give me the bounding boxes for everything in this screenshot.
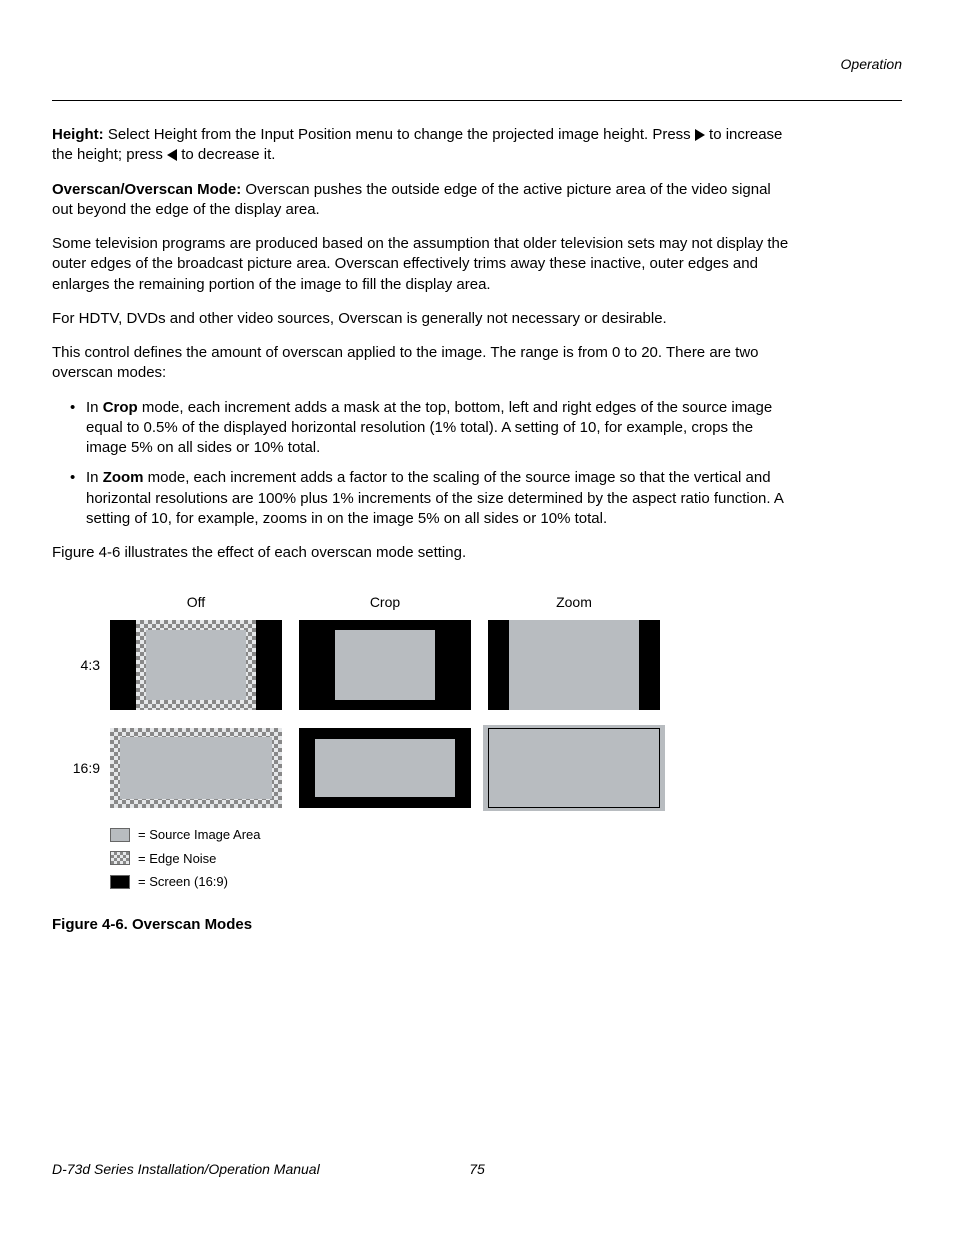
row-label-4-3: 4:3 bbox=[52, 656, 110, 675]
header-rule bbox=[52, 100, 902, 101]
col-off: Off bbox=[110, 593, 282, 612]
mode-list: In Crop mode, each increment adds a mask… bbox=[52, 398, 792, 530]
image-area bbox=[509, 620, 639, 710]
para-height: Height: Select Height from the Input Pos… bbox=[52, 125, 792, 166]
bullet-zoom: In Zoom mode, each increment adds a fact… bbox=[70, 468, 792, 529]
overscan-label: Overscan/Overscan Mode: bbox=[52, 181, 241, 198]
para-hdtv: For HDTV, DVDs and other video sources, … bbox=[52, 309, 792, 329]
cell-zoom-16-9 bbox=[488, 728, 660, 808]
screen-outline bbox=[488, 728, 660, 808]
swatch-noise-icon bbox=[110, 851, 130, 865]
legend-screen-text: = Screen (16:9) bbox=[138, 873, 228, 891]
bullet-zoom-pre: In bbox=[86, 469, 103, 486]
legend-noise: = Edge Noise bbox=[110, 850, 792, 868]
height-label: Height: bbox=[52, 126, 104, 143]
figure-caption: Figure 4-6. Overscan Modes bbox=[52, 915, 792, 935]
legend-noise-text: = Edge Noise bbox=[138, 850, 216, 868]
cell-crop-16-9 bbox=[299, 728, 471, 808]
cell-off-4-3 bbox=[110, 620, 282, 710]
para-tv-programs: Some television programs are produced ba… bbox=[52, 234, 792, 295]
image-area bbox=[315, 739, 455, 797]
legend-source: = Source Image Area bbox=[110, 826, 792, 844]
image-area bbox=[335, 630, 435, 700]
swatch-screen-icon bbox=[110, 875, 130, 889]
cell-crop-4-3 bbox=[299, 620, 471, 710]
bullet-crop-post: mode, each increment adds a mask at the … bbox=[86, 399, 772, 457]
legend-screen: = Screen (16:9) bbox=[110, 873, 792, 891]
col-zoom: Zoom bbox=[488, 593, 660, 612]
bullet-crop-pre: In bbox=[86, 399, 103, 416]
height-text-a: Select Height from the Input Position me… bbox=[104, 126, 695, 143]
para-overscan-intro: Overscan/Overscan Mode: Overscan pushes … bbox=[52, 180, 792, 221]
para-range: This control defines the amount of overs… bbox=[52, 343, 792, 384]
right-arrow-icon bbox=[695, 129, 705, 141]
para-figref: Figure 4-6 illustrates the effect of eac… bbox=[52, 543, 792, 563]
bullet-crop: In Crop mode, each increment adds a mask… bbox=[70, 398, 792, 459]
body-content: Height: Select Height from the Input Pos… bbox=[52, 125, 792, 935]
figure-column-headers: Off Crop Zoom bbox=[110, 593, 792, 612]
figure-4-6: Off Crop Zoom 4:3 16:9 bbox=[52, 593, 792, 935]
row-label-16-9: 16:9 bbox=[52, 759, 110, 778]
row-16-9: 16:9 bbox=[52, 728, 792, 808]
page-footer: D-73d Series Installation/Operation Manu… bbox=[52, 1161, 902, 1177]
row-4-3: 4:3 bbox=[52, 620, 792, 710]
image-area bbox=[146, 630, 246, 700]
legend-source-text: = Source Image Area bbox=[138, 826, 261, 844]
bullet-crop-bold: Crop bbox=[103, 399, 138, 416]
cell-off-16-9 bbox=[110, 728, 282, 808]
image-area bbox=[120, 737, 272, 799]
height-text-c: to decrease it. bbox=[177, 146, 275, 163]
left-arrow-icon bbox=[167, 149, 177, 161]
section-header: Operation bbox=[52, 56, 902, 72]
footer-page-number: 75 bbox=[469, 1161, 485, 1177]
col-crop: Crop bbox=[299, 593, 471, 612]
figure-legend: = Source Image Area = Edge Noise = Scree… bbox=[110, 826, 792, 891]
bullet-zoom-post: mode, each increment adds a factor to th… bbox=[86, 469, 783, 527]
cell-zoom-4-3 bbox=[488, 620, 660, 710]
swatch-source-icon bbox=[110, 828, 130, 842]
bullet-zoom-bold: Zoom bbox=[103, 469, 144, 486]
